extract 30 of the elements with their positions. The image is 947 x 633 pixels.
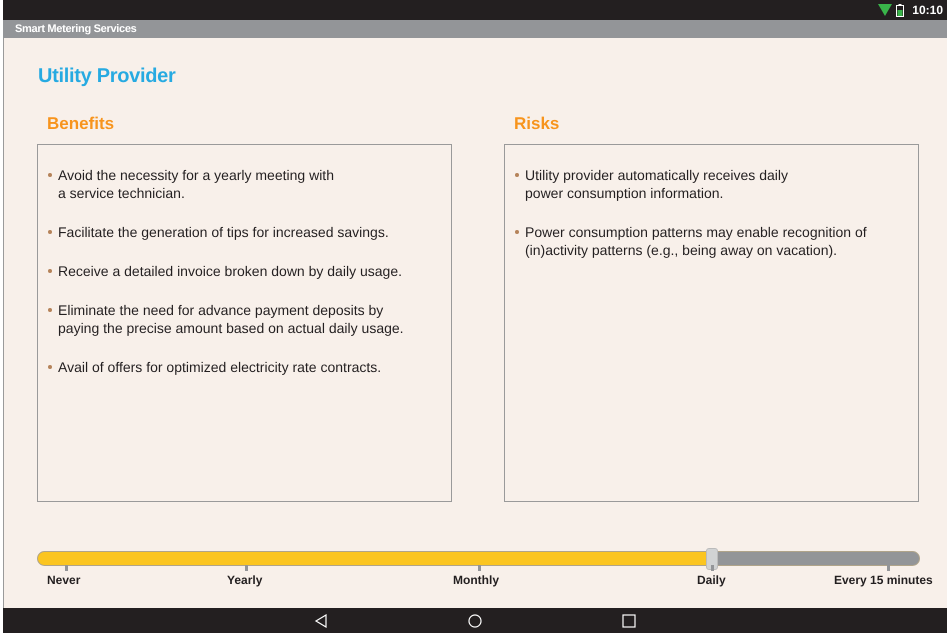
bullet-icon <box>515 230 519 234</box>
list-item-text: Facilitate the generation of tips for increased savings. <box>58 223 389 241</box>
bullet-icon <box>48 230 52 234</box>
slider-stop-label: Daily <box>697 572 726 589</box>
bullet-icon <box>48 269 52 273</box>
list-item-text: Power consumption patterns may enable recognition of (in)activity patterns (e.g., being away on vacation). <box>525 223 867 259</box>
clock: 10:10 <box>912 2 943 19</box>
home-icon[interactable] <box>468 614 482 628</box>
bullet-icon <box>515 173 519 177</box>
slider-stop-label: Never <box>47 572 80 589</box>
app-title: Smart Metering Services <box>15 22 136 37</box>
bullet-icon <box>48 365 52 369</box>
section-heading: Risks <box>514 114 560 134</box>
slider-track[interactable] <box>37 551 920 566</box>
list-item-text: Avail of offers for optimized electricity rate contracts. <box>58 358 382 376</box>
wifi-icon <box>878 4 892 16</box>
back-icon[interactable] <box>314 614 328 628</box>
slider-stop-label: Yearly <box>227 572 262 589</box>
list-item-text: Receive a detailed invoice broken down by daily usage. <box>58 262 402 280</box>
list-item-text: Utility provider automatically receives daily power consumption information. <box>525 166 788 202</box>
bullet-icon <box>48 308 52 312</box>
list-item-text: Eliminate the need for advance payment deposits by paying the precise amount based on actual daily usage. <box>58 301 404 337</box>
bullet-icon <box>48 173 52 177</box>
battery-icon <box>896 4 904 16</box>
slider-stop-label: Monthly <box>453 572 499 589</box>
section-heading: Benefits <box>47 114 116 134</box>
list-item-text: Avoid the necessity for a yearly meeting with a service technician. <box>58 166 334 202</box>
slider-stop-label: Every 15 minutes <box>834 572 933 589</box>
page-title: Utility Provider <box>38 64 176 89</box>
recents-icon[interactable] <box>622 614 636 628</box>
